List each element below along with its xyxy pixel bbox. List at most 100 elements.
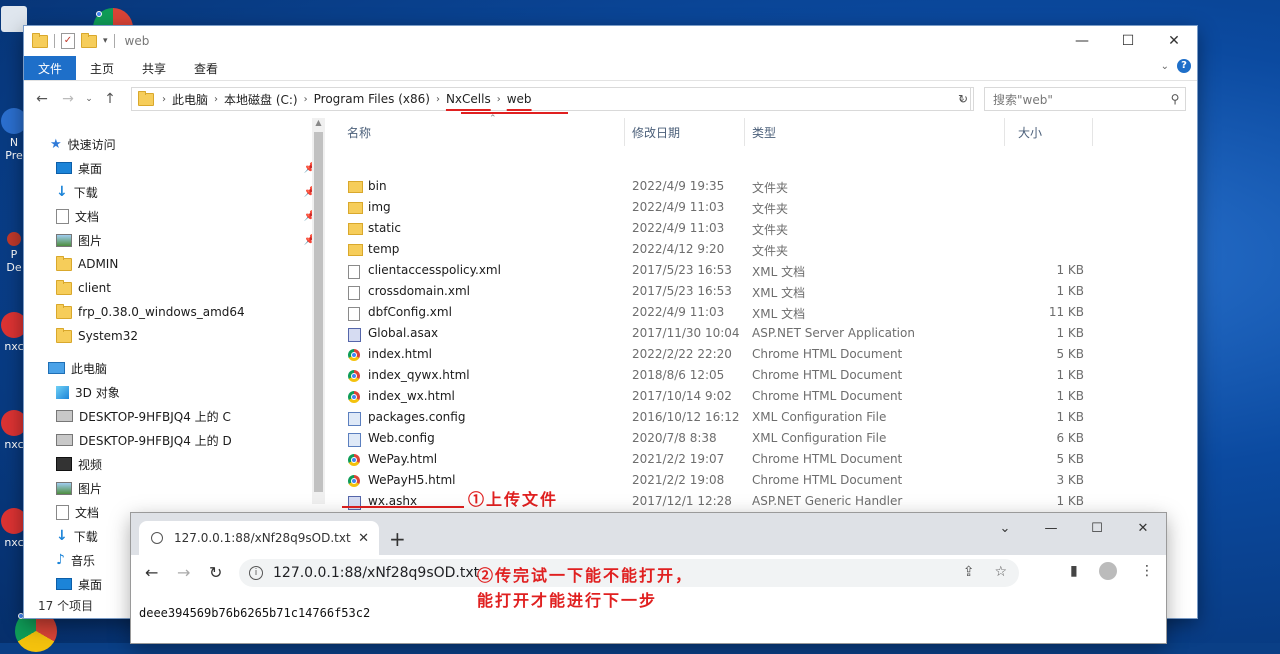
nav-item-documents[interactable]: 文档 📌 [56,204,316,228]
nav-item-pictures-pc[interactable]: 图片 [56,476,102,500]
nav-item-downloads[interactable]: ↓ 下载 📌 [56,180,316,204]
breadcrumb-web[interactable]: web [503,92,536,106]
up-arrow-icon[interactable]: ↑ [100,91,120,107]
column-header-type[interactable]: 类型 [752,118,776,146]
file-row[interactable]: temp 2022/4/12 9:20 文件夹 [339,240,1184,261]
nav-item-client[interactable]: client [56,276,111,300]
nav-item-3d-objects[interactable]: 3D 对象 [56,380,120,404]
nav-item-network-drive-c[interactable]: DESKTOP-9HFBJQ4 上的 C [56,404,231,428]
maximize-button[interactable]: ☐ [1074,513,1120,543]
navigation-scrollbar[interactable]: ▲ [312,118,325,504]
breadcrumb-this-pc[interactable]: 此电脑 [168,91,212,108]
file-row[interactable]: Global.asax 2017/11/30 10:04 ASP.NET Serve… [339,324,1184,345]
nav-item-admin[interactable]: ADMIN [56,252,118,276]
scrollbar-thumb[interactable] [314,132,323,492]
breadcrumb-program-files[interactable]: Program Files (x86) [310,92,434,106]
file-row[interactable]: index.html 2022/2/22 22:20 Chrome HTML Doc… [339,345,1184,366]
bookmark-star-icon[interactable]: ☆ [994,564,1007,580]
minimize-button[interactable]: — [1059,26,1105,56]
column-divider[interactable] [744,118,745,146]
tab-share[interactable]: 共享 [128,56,180,80]
window-title: web [124,34,150,48]
nav-item-system32[interactable]: System32 [56,324,138,348]
file-row[interactable]: bin 2022/4/9 19:35 文件夹 [339,177,1184,198]
url-input[interactable]: 127.0.0.1:88/xNf28q9sOD.txt [273,565,479,581]
chevron-right-icon[interactable]: › [302,94,310,105]
nav-item-desktop-pc[interactable]: 桌面 [56,572,102,596]
nav-item-pictures[interactable]: 图片 📌 [56,228,316,252]
column-header-date[interactable]: 修改日期 [632,118,680,146]
tab-home[interactable]: 主页 [76,56,128,80]
menu-kebab-icon[interactable]: ⋮ [1140,563,1154,579]
recent-locations-icon[interactable]: ⌄ [84,94,94,104]
nav-item-frp[interactable]: frp_0.38.0_windows_amd64 [56,300,245,324]
file-row[interactable]: Web.config 2020/7/8 8:38 XML Configuration… [339,429,1184,450]
reload-icon[interactable]: ↻ [209,563,222,582]
back-arrow-icon[interactable]: ← [145,563,158,582]
chevron-right-icon[interactable]: › [160,94,168,105]
nav-item-videos[interactable]: 视频 [56,452,102,476]
file-type: ASP.NET Server Application [752,326,915,340]
scroll-up-icon[interactable]: ▲ [312,118,325,127]
chevron-right-icon[interactable]: › [495,94,503,105]
forward-arrow-icon[interactable]: → [58,91,78,107]
nav-item-network-drive-d[interactable]: DESKTOP-9HFBJQ4 上的 D [56,428,232,452]
customize-toolbar-icon[interactable]: ▾ [103,36,108,46]
search-box[interactable]: 搜索"web" ⚲ [984,87,1186,111]
column-header-name[interactable]: 名称 [347,118,371,146]
properties-icon[interactable]: ✓ [61,33,75,49]
file-row[interactable]: img 2022/4/9 11:03 文件夹 [339,198,1184,219]
refresh-icon[interactable]: ↻ [953,87,974,111]
title-bar[interactable]: ✓ ▾ web — ☐ ✕ [24,26,1197,56]
tab-file[interactable]: 文件 [24,56,77,80]
nav-item-desktop[interactable]: 桌面 📌 [56,156,316,180]
nav-quick-access[interactable]: ★ 快速访问 [50,132,116,156]
back-arrow-icon[interactable]: ← [32,91,52,107]
expand-ribbon-icon[interactable]: ⌄ [1161,61,1169,72]
minimize-button[interactable]: — [1028,513,1074,543]
new-folder-icon[interactable] [81,32,97,48]
help-icon[interactable]: ? [1177,59,1191,73]
column-divider[interactable] [1004,118,1005,146]
tab-search-icon[interactable]: ⌄ [982,513,1028,543]
info-icon[interactable]: i [249,566,263,580]
nav-this-pc[interactable]: 此电脑 [48,356,107,380]
chevron-right-icon[interactable]: › [212,94,220,105]
breadcrumb-local-disk[interactable]: 本地磁盘 (C:) [220,91,302,108]
sort-ascending-icon: ⌃ [489,114,497,124]
file-row[interactable]: wx.ashx 2017/12/1 12:28 ASP.NET Generic Ha… [339,492,1184,513]
computer-icon [48,362,65,374]
file-row[interactable]: index_qywx.html 2018/8/6 12:05 Chrome HTML… [339,366,1184,387]
file-row[interactable]: crossdomain.xml 2017/5/23 16:53 XML 文档 1 KB [339,282,1184,303]
tab-view[interactable]: 查看 [180,56,232,80]
close-button[interactable]: ✕ [1151,26,1197,56]
close-button[interactable]: ✕ [1120,513,1166,543]
side-panel-icon[interactable]: ▮ [1070,563,1078,579]
file-row[interactable]: WePay.html 2021/2/2 19:07 Chrome HTML Docu… [339,450,1184,471]
picture-icon [56,233,72,247]
share-icon[interactable]: ⇪ [963,564,975,580]
nav-item-music[interactable]: ♪ 音乐 [56,548,95,572]
nav-item-downloads-pc[interactable]: ↓ 下载 [56,524,98,548]
chevron-right-icon[interactable]: › [434,94,442,105]
file-row[interactable]: clientaccesspolicy.xml 2017/5/23 16:53 XML… [339,261,1184,282]
profile-avatar-icon[interactable] [1099,562,1117,580]
browser-tab[interactable]: 127.0.0.1:88/xNf28q9sOD.txt ✕ [139,521,379,555]
file-row[interactable]: static 2022/4/9 11:03 文件夹 [339,219,1184,240]
close-tab-icon[interactable]: ✕ [358,531,369,546]
new-tab-icon[interactable]: + [389,527,406,551]
breadcrumb-nxcells[interactable]: NxCells [442,92,495,106]
address-bar[interactable]: › 此电脑 › 本地磁盘 (C:) › Program Files (x86) … [131,87,971,111]
search-input[interactable]: 搜索"web" [985,91,1165,108]
file-row[interactable]: packages.config 2016/10/12 16:12 XML Confi… [339,408,1184,429]
forward-arrow-icon[interactable]: → [177,563,190,582]
nav-item-documents-pc[interactable]: 文档 [56,500,99,524]
file-row[interactable]: WePayH5.html 2021/2/2 19:08 Chrome HTML Do… [339,471,1184,492]
network-drive-icon [56,434,73,446]
column-divider[interactable] [1092,118,1093,146]
file-row[interactable]: index_wx.html 2017/10/14 9:02 Chrome HTML … [339,387,1184,408]
maximize-button[interactable]: ☐ [1105,26,1151,56]
column-divider[interactable] [624,118,625,146]
column-header-size[interactable]: 大小 [1018,118,1042,146]
file-row[interactable]: dbfConfig.xml 2022/4/9 11:03 XML 文档 11 KB [339,303,1184,324]
